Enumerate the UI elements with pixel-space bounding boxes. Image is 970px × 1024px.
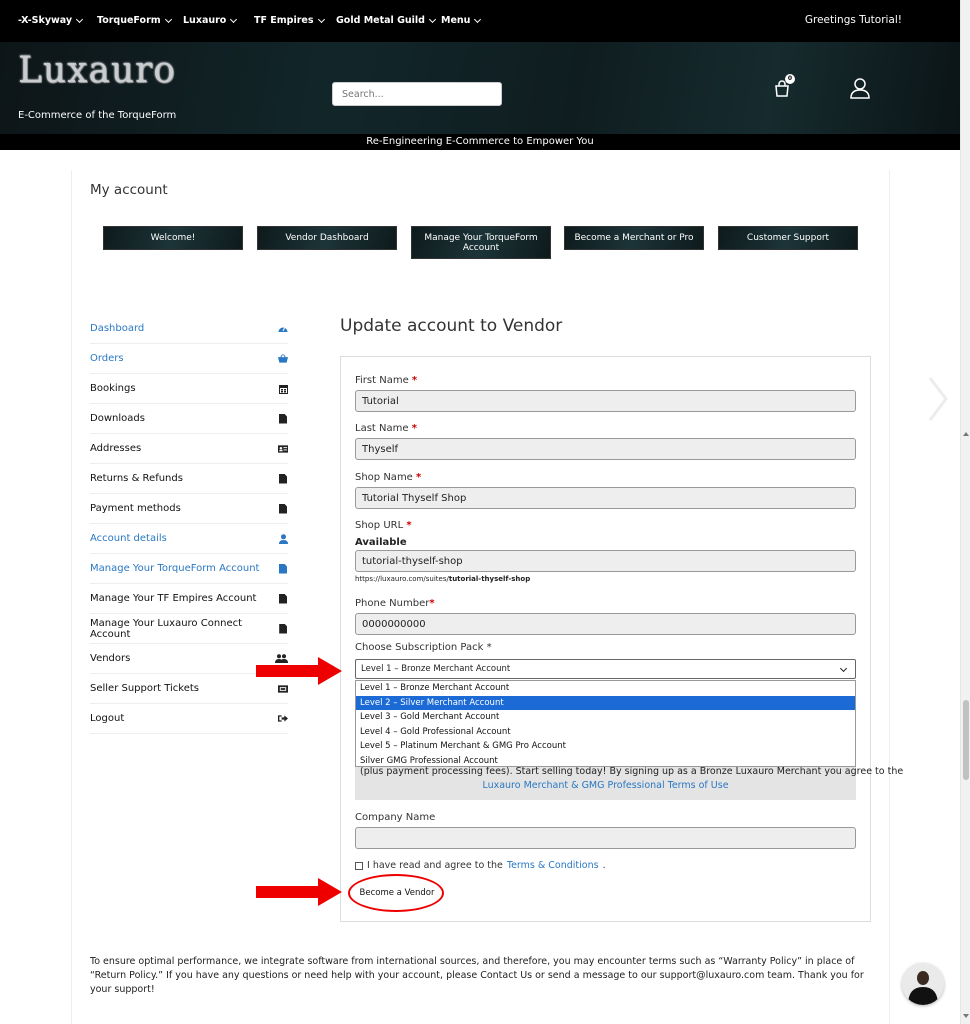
shop-url-status: Available [355,537,407,548]
id-card-icon [278,444,288,454]
calendar-icon [278,384,288,394]
annotation-arrow [256,878,342,906]
required-marker: * [429,598,435,609]
required-marker: * [411,375,418,386]
document-icon [278,473,288,484]
company-field[interactable] [355,827,856,849]
footer-notice: To ensure optimal performance, we integr… [90,956,864,995]
scrollbar-thumb[interactable] [963,700,969,780]
last-name-label: Last Name * [355,423,417,434]
chevron-down-icon [428,15,437,23]
subscription-option[interactable]: Level 3 – Gold Merchant Account [356,710,855,725]
phone-label: Phone Number* [355,598,435,609]
document-icon [278,503,288,514]
ticket-icon [278,684,288,694]
chevron-down-icon [839,664,848,673]
tab-vendor-dashboard[interactable]: Vendor Dashboard [257,226,397,250]
top-navigation: -X-Skyway TorqueForm Luxauro TF Empires … [0,0,960,42]
page-scrollbar[interactable] [960,0,970,1024]
chevron-right-icon[interactable] [928,376,948,422]
shop-name-field[interactable]: Tutorial Thyself Shop [355,487,856,509]
shop-url-preview: https://luxauro.com/suites/tutorial-thys… [355,575,531,583]
subscription-option[interactable]: Level 5 – Platinum Merchant & GMG Pro Ac… [356,739,855,754]
nav-item-skyway[interactable]: -X-Skyway [18,15,84,26]
terms-of-use-link[interactable]: Luxauro Merchant & GMG Professional Term… [355,780,856,791]
sidebar-item-manage-luxauro-connect[interactable]: Manage Your Luxauro Connect Account [90,614,288,644]
terms-agreement: I have read and agree to the Terms & Con… [355,860,606,871]
company-label: Company Name [355,812,436,823]
document-icon [278,623,288,634]
person-avatar-icon [902,963,944,1005]
terms-conditions-link[interactable]: Terms & Conditions [507,860,599,871]
logout-icon [278,714,288,724]
phone-field[interactable]: 0000000000 [355,613,856,635]
required-marker: * [486,642,492,653]
terms-checkbox[interactable] [355,861,363,870]
form-heading: Update account to Vendor [340,316,563,336]
sidebar-item-addresses[interactable]: Addresses [90,434,288,464]
greeting-text: Greetings Tutorial! [804,14,902,26]
site-logo[interactable]: Luxauro [18,50,176,91]
chevron-down-icon [76,15,84,23]
document-icon [278,413,288,424]
scroll-up-arrow-icon[interactable] [963,432,969,436]
nav-item-menu[interactable]: Menu [441,15,482,26]
required-marker: * [406,520,412,531]
sidebar-item-bookings[interactable]: Bookings [90,374,288,404]
basket-icon [278,354,288,364]
first-name-field[interactable]: Tutorial [355,390,856,412]
subscription-select[interactable]: Level 1 – Bronze Merchant Account [355,659,856,679]
subscription-dropdown-list: Level 1 – Bronze Merchant Account Level … [355,680,856,767]
shop-url-field[interactable]: tutorial-thyself-shop [355,550,856,572]
chevron-down-icon [317,15,325,23]
document-icon [278,593,288,604]
user-account-icon[interactable] [850,77,870,99]
sidebar-item-payment-methods[interactable]: Payment methods [90,494,288,524]
search-input[interactable] [332,82,502,106]
cart-count-badge: 0 [785,74,795,84]
sidebar-item-downloads[interactable]: Downloads [90,404,288,434]
chevron-down-icon [474,15,482,23]
first-name-label: First Name * [355,375,418,386]
nav-item-torqueform[interactable]: TorqueForm [97,15,172,26]
last-name-field[interactable]: Thyself [355,438,856,460]
site-tagline: E-Commerce of the TorqueForm [18,110,177,121]
sidebar-item-manage-torqueform[interactable]: Manage Your TorqueForm Account [90,554,288,584]
sidebar-item-manage-tf-empires[interactable]: Manage Your TF Empires Account [90,584,288,614]
tab-customer-support[interactable]: Customer Support [718,226,858,250]
shop-name-label: Shop Name * [355,472,422,483]
sidebar-item-orders[interactable]: Orders [90,344,288,374]
chevron-down-icon [230,15,238,23]
sidebar-item-dashboard[interactable]: Dashboard [90,314,288,344]
site-header: Luxauro E-Commerce of the TorqueForm 0 [0,42,960,134]
sidebar-item-account-details[interactable]: Account details [90,524,288,554]
required-marker: * [411,423,417,434]
scroll-down-arrow-icon[interactable] [963,1014,969,1018]
user-icon [278,533,288,544]
page-title: My account [90,182,168,198]
header-banner: Re-Engineering E-Commerce to Empower You [0,134,960,150]
subscription-option[interactable]: Level 4 – Gold Professional Account [356,725,855,740]
nav-item-tf-empires[interactable]: TF Empires [254,15,325,26]
sidebar-item-logout[interactable]: Logout [90,704,288,734]
chat-support-avatar[interactable] [902,963,944,1005]
subscription-option-highlighted[interactable]: Level 2 – Silver Merchant Account [356,695,855,710]
document-icon [278,563,288,574]
subscription-option[interactable]: Level 1 – Bronze Merchant Account [356,681,855,696]
tab-welcome[interactable]: Welcome! [103,226,243,250]
subscription-option[interactable]: Silver GMG Professional Account [356,754,855,769]
tab-manage-torqueform[interactable]: Manage Your TorqueForm Account [411,226,551,259]
gauge-icon [278,324,288,334]
nav-item-gold-metal-guild[interactable]: Gold Metal Guild [336,15,437,26]
shop-url-label: Shop URL * [355,520,412,531]
nav-item-luxauro[interactable]: Luxauro [183,15,238,26]
required-marker: * [416,472,422,483]
tab-become-merchant[interactable]: Become a Merchant or Pro [564,226,704,250]
chevron-down-icon [164,15,172,23]
annotation-circle [348,874,444,912]
annotation-arrow [256,657,342,685]
subscription-label: Choose Subscription Pack * [355,642,492,653]
sidebar-item-returns-refunds[interactable]: Returns & Refunds [90,464,288,494]
